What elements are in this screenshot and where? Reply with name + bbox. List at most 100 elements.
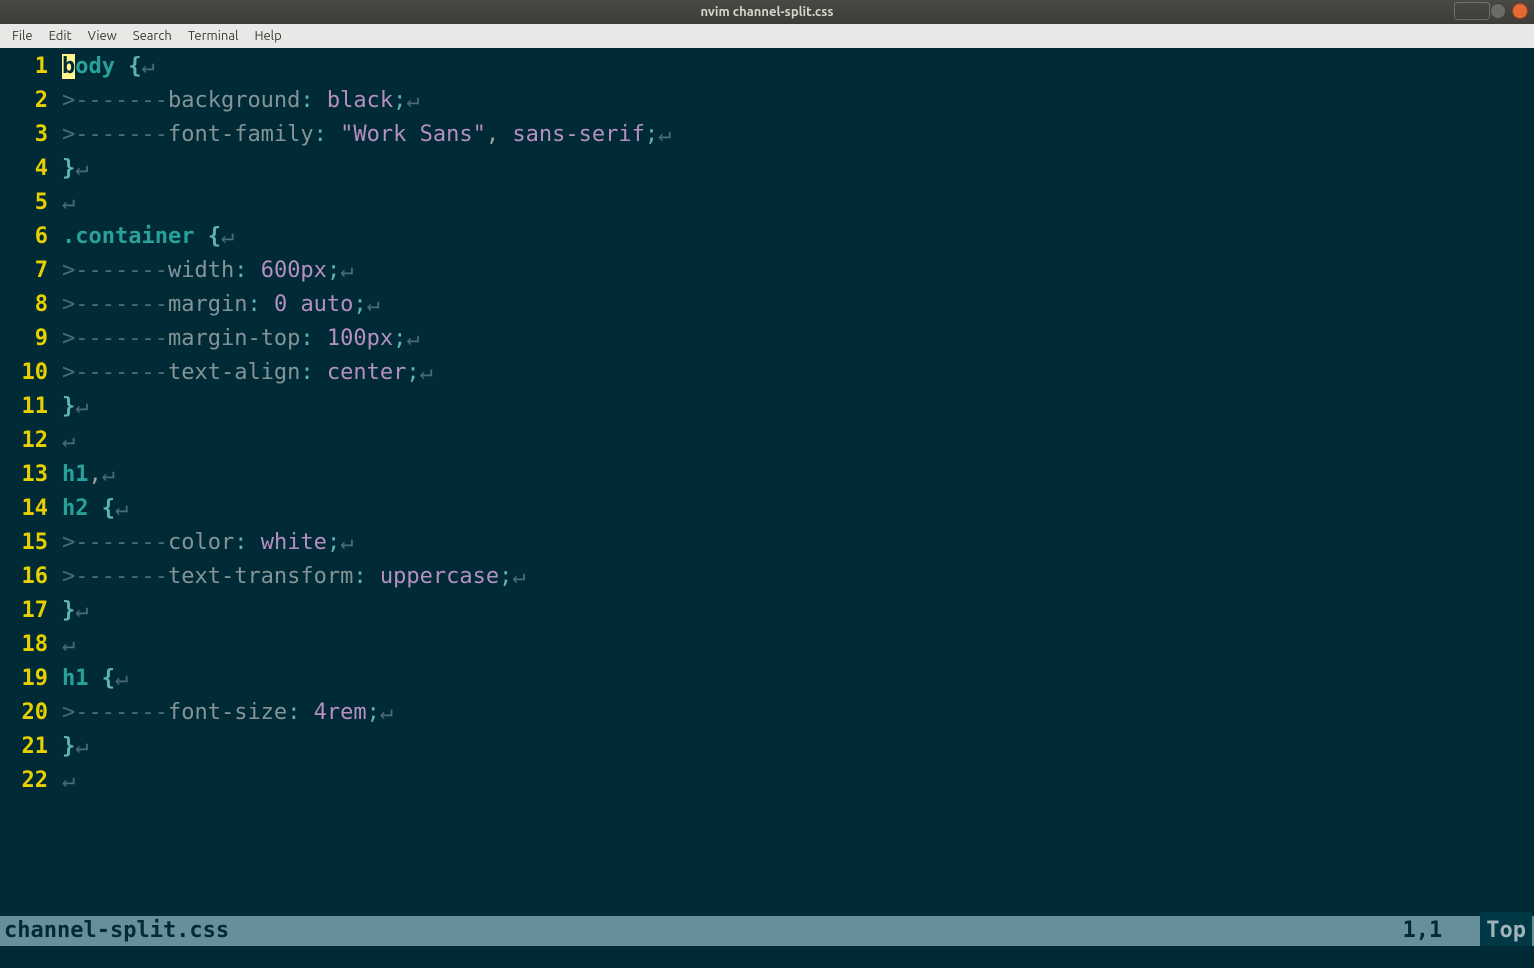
token: ; — [499, 564, 512, 589]
token: width — [168, 258, 234, 283]
code-line[interactable]: 10>-------text-align: center;↵ — [6, 356, 1534, 390]
indent-guide: >------- — [62, 122, 168, 147]
line-content[interactable]: ↵ — [52, 628, 75, 662]
line-content[interactable]: >-------text-transform: uppercase;↵ — [52, 560, 526, 594]
line-content[interactable]: h1 {↵ — [52, 662, 128, 696]
line-content[interactable]: >-------margin: 0 auto;↵ — [52, 288, 380, 322]
code-line[interactable]: 8>-------margin: 0 auto;↵ — [6, 288, 1534, 322]
code-line[interactable]: 17}↵ — [6, 594, 1534, 628]
window-restore-icon[interactable] — [1454, 2, 1490, 20]
line-content[interactable]: }↵ — [52, 152, 89, 186]
code-line[interactable]: 14h2 {↵ — [6, 492, 1534, 526]
eol-marker: ↵ — [406, 326, 419, 351]
indent-guide: >------- — [62, 88, 168, 113]
menu-search[interactable]: Search — [125, 26, 180, 46]
token: : — [314, 122, 327, 147]
token: uppercase — [367, 564, 499, 589]
line-content[interactable]: }↵ — [52, 390, 89, 424]
code-line[interactable]: 22↵ — [6, 764, 1534, 798]
token: center — [314, 360, 407, 385]
token: text-transform — [168, 564, 353, 589]
editor-viewport[interactable]: 1body {↵2>-------background: black;↵3>--… — [0, 48, 1534, 968]
token: } — [62, 394, 75, 419]
line-content[interactable]: >-------font-family: "Work Sans", sans-s… — [52, 118, 671, 152]
indent-guide: >------- — [62, 700, 168, 725]
line-number: 20 — [6, 696, 52, 730]
line-number: 9 — [6, 322, 52, 356]
line-number: 17 — [6, 594, 52, 628]
code-line[interactable]: 5↵ — [6, 186, 1534, 220]
code-line[interactable]: 9>-------margin-top: 100px;↵ — [6, 322, 1534, 356]
line-number: 18 — [6, 628, 52, 662]
line-number: 1 — [6, 50, 52, 84]
command-line[interactable] — [0, 946, 1534, 968]
token: ; — [327, 258, 340, 283]
token: ; — [406, 360, 419, 385]
token: h1 — [62, 666, 102, 691]
line-content[interactable]: >-------font-size: 4rem;↵ — [52, 696, 393, 730]
eol-marker: ↵ — [62, 190, 75, 215]
line-content[interactable]: body {↵ — [52, 50, 155, 84]
code-line[interactable]: 1body {↵ — [6, 50, 1534, 84]
line-number: 14 — [6, 492, 52, 526]
menu-terminal[interactable]: Terminal — [180, 26, 247, 46]
line-content[interactable]: .container {↵ — [52, 220, 234, 254]
code-line[interactable]: 13h1,↵ — [6, 458, 1534, 492]
line-content[interactable]: >-------margin-top: 100px;↵ — [52, 322, 420, 356]
line-content[interactable]: ↵ — [52, 764, 75, 798]
menu-file[interactable]: File — [4, 26, 41, 46]
menu-edit[interactable]: Edit — [41, 26, 80, 46]
code-line[interactable]: 20>-------font-size: 4rem;↵ — [6, 696, 1534, 730]
eol-marker: ↵ — [75, 394, 88, 419]
code-line[interactable]: 3>-------font-family: "Work Sans", sans-… — [6, 118, 1534, 152]
window-minimize-icon[interactable] — [1490, 3, 1506, 19]
code-line[interactable]: 21}↵ — [6, 730, 1534, 764]
code-line[interactable]: 6.container {↵ — [6, 220, 1534, 254]
eol-marker: ↵ — [340, 530, 353, 555]
eol-marker: ↵ — [512, 564, 525, 589]
indent-guide: >------- — [62, 360, 168, 385]
token: ; — [327, 530, 340, 555]
indent-guide: >------- — [62, 564, 168, 589]
line-content[interactable]: >-------background: black;↵ — [52, 84, 420, 118]
token: : — [300, 326, 313, 351]
token: : — [247, 292, 260, 317]
line-content[interactable]: ↵ — [52, 186, 75, 220]
menu-help[interactable]: Help — [246, 26, 289, 46]
line-number: 13 — [6, 458, 52, 492]
line-content[interactable]: h1,↵ — [52, 458, 115, 492]
line-number: 7 — [6, 254, 52, 288]
line-content[interactable]: ↵ — [52, 424, 75, 458]
token: 100px — [314, 326, 393, 351]
code-line[interactable]: 4}↵ — [6, 152, 1534, 186]
code-area[interactable]: 1body {↵2>-------background: black;↵3>--… — [0, 50, 1534, 798]
code-line[interactable]: 2>-------background: black;↵ — [6, 84, 1534, 118]
line-number: 6 — [6, 220, 52, 254]
eol-marker: ↵ — [115, 496, 128, 521]
line-number: 11 — [6, 390, 52, 424]
line-content[interactable]: }↵ — [52, 594, 89, 628]
code-line[interactable]: 19h1 {↵ — [6, 662, 1534, 696]
code-line[interactable]: 11}↵ — [6, 390, 1534, 424]
line-content[interactable]: >-------text-align: center;↵ — [52, 356, 433, 390]
token: } — [62, 598, 75, 623]
line-content[interactable]: h2 {↵ — [52, 492, 128, 526]
code-line[interactable]: 16>-------text-transform: uppercase;↵ — [6, 560, 1534, 594]
menu-view[interactable]: View — [80, 26, 125, 46]
token: : — [234, 530, 247, 555]
code-line[interactable]: 18 ↵ — [6, 628, 1534, 662]
eol-marker: ↵ — [102, 462, 115, 487]
line-content[interactable]: >-------width: 600px;↵ — [52, 254, 353, 288]
eol-marker: ↵ — [62, 632, 75, 657]
line-number: 5 — [6, 186, 52, 220]
token: ; — [367, 700, 380, 725]
token: : — [353, 564, 366, 589]
code-line[interactable]: 12↵ — [6, 424, 1534, 458]
line-content[interactable]: }↵ — [52, 730, 89, 764]
code-line[interactable]: 15>-------color: white;↵ — [6, 526, 1534, 560]
line-content[interactable]: >-------color: white;↵ — [52, 526, 353, 560]
eol-marker: ↵ — [75, 598, 88, 623]
window-close-icon[interactable] — [1512, 3, 1528, 19]
code-line[interactable]: 7>-------width: 600px;↵ — [6, 254, 1534, 288]
indent-guide: >------- — [62, 530, 168, 555]
